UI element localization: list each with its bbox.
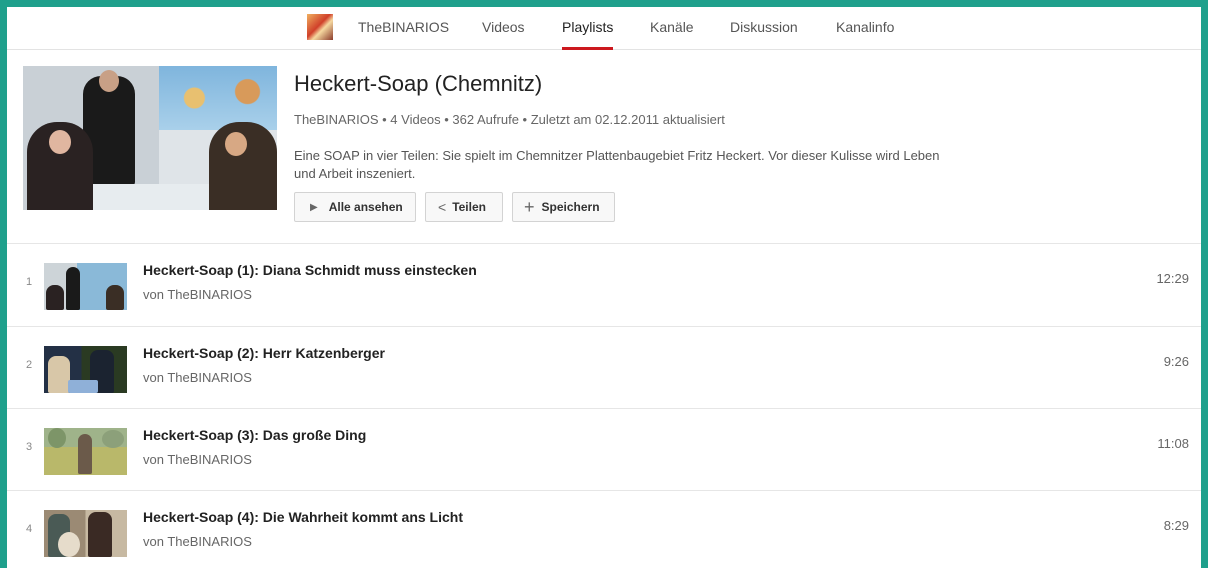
video-channel[interactable]: von TheBINARIOS (143, 287, 252, 302)
video-duration: 9:26 (1163, 354, 1189, 369)
playlist-title: Heckert-Soap (Chemnitz) (294, 71, 543, 96)
video-title[interactable]: Heckert-Soap (3): Das große Ding (143, 427, 366, 443)
share-label: Teilen (452, 200, 486, 214)
save-button[interactable]: + Speichern (512, 192, 615, 222)
tab-diskussion[interactable]: Diskussion (730, 7, 798, 49)
video-row-1[interactable]: 1 Heckert-Soap (1): Diana Schmidt muss e… (7, 244, 1201, 326)
video-index: 1 (25, 276, 33, 288)
video-duration: 11:08 (1157, 436, 1189, 451)
play-all-label: Alle ansehen (328, 200, 403, 214)
playlist-thumbnail[interactable] (23, 66, 277, 210)
tab-kanalinfo[interactable]: Kanalinfo (836, 7, 894, 49)
video-duration: 12:29 (1156, 271, 1189, 286)
tab-playlists[interactable]: Playlists (562, 7, 614, 50)
share-button[interactable]: < Teilen (425, 192, 503, 222)
video-channel[interactable]: von TheBINARIOS (143, 370, 252, 385)
channel-nav: TheBINARIOS Videos Playlists Kanäle Disk… (7, 7, 1201, 50)
plus-icon: + (524, 196, 535, 217)
play-all-button[interactable]: ▶ Alle ansehen (294, 192, 416, 222)
channel-name-link[interactable]: TheBINARIOS (358, 7, 449, 49)
play-icon: ▶ (310, 201, 318, 213)
video-row-2[interactable]: 2 Heckert-Soap (2): Herr Katzenberger vo… (7, 327, 1201, 409)
video-thumbnail[interactable] (44, 510, 127, 557)
video-index: 2 (25, 359, 33, 371)
channel-avatar[interactable] (307, 14, 333, 40)
video-thumbnail[interactable] (44, 428, 127, 475)
video-title[interactable]: Heckert-Soap (2): Herr Katzenberger (143, 345, 385, 361)
tab-videos[interactable]: Videos (482, 7, 525, 49)
page-frame: TheBINARIOS Videos Playlists Kanäle Disk… (7, 7, 1201, 568)
tab-kanaele[interactable]: Kanäle (650, 7, 694, 49)
video-title[interactable]: Heckert-Soap (4): Die Wahrheit kommt ans… (143, 509, 463, 525)
video-row-4[interactable]: 4 Heckert-Soap (4): Die Wahrheit kommt a… (7, 491, 1201, 568)
playlist-meta: TheBINARIOS • 4 Videos • 362 Aufrufe • Z… (294, 112, 725, 127)
save-label: Speichern (541, 200, 600, 214)
video-row-3[interactable]: 3 Heckert-Soap (3): Das große Ding von T… (7, 409, 1201, 491)
video-index: 4 (25, 523, 33, 535)
video-title[interactable]: Heckert-Soap (1): Diana Schmidt muss ein… (143, 262, 477, 278)
playlist-description: Eine SOAP in vier Teilen: Sie spielt im … (294, 148, 940, 181)
video-index: 3 (25, 441, 33, 453)
video-duration: 8:29 (1163, 518, 1189, 533)
video-thumbnail[interactable] (44, 263, 127, 310)
share-icon: < (438, 199, 447, 215)
video-channel[interactable]: von TheBINARIOS (143, 534, 252, 549)
video-channel[interactable]: von TheBINARIOS (143, 452, 252, 467)
video-thumbnail[interactable] (44, 346, 127, 393)
